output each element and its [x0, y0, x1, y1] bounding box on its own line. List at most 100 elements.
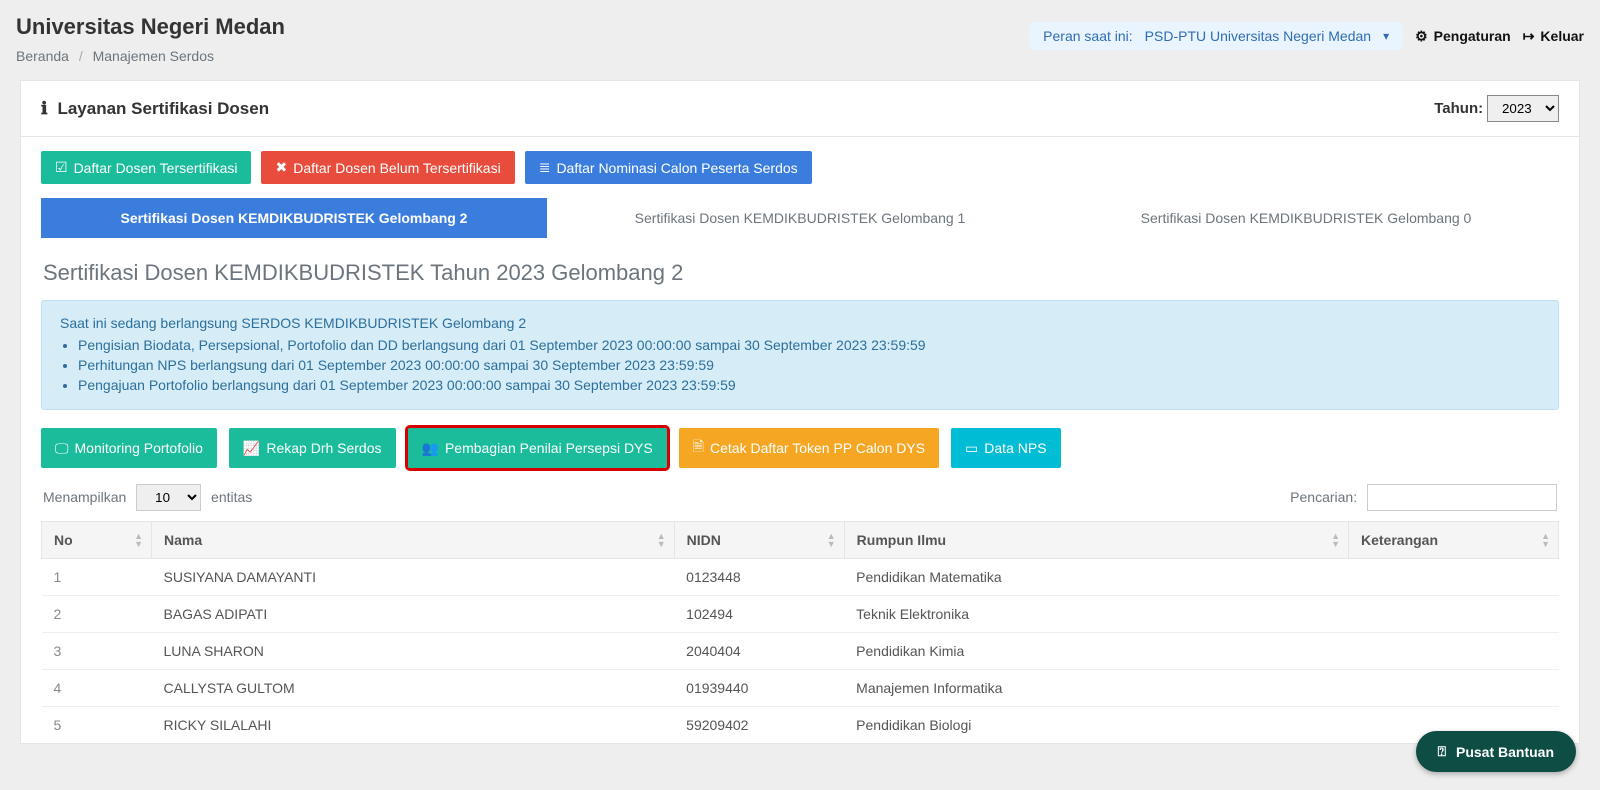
year-select[interactable]: 2023 — [1487, 95, 1559, 122]
cell-no: 4 — [42, 670, 152, 707]
chart-icon: 📈 — [243, 440, 260, 457]
card-title: ℹ Layanan Sertifikasi Dosen — [41, 99, 269, 119]
table-row: 2 BAGAS ADIPATI 102494 Teknik Elektronik… — [42, 596, 1559, 633]
card-title-text: Layanan Sertifikasi Dosen — [57, 99, 269, 119]
cell-keterangan — [1349, 596, 1559, 633]
settings-link[interactable]: ⚙ Pengaturan — [1415, 28, 1511, 45]
tab-wave-0[interactable]: Sertifikasi Dosen KEMDIKBUDRISTEK Gelomb… — [1053, 198, 1559, 238]
breadcrumb-separator: / — [79, 48, 83, 64]
cell-nidn: 01939440 — [674, 670, 844, 707]
cell-nidn: 0123448 — [674, 559, 844, 596]
card-icon: ▭ — [965, 440, 978, 457]
action-button-row: 🖵 Monitoring Portofolio 📈 Rekap Drh Serd… — [21, 428, 1579, 484]
search-input[interactable] — [1367, 484, 1557, 511]
sort-icon: ▲▼ — [657, 532, 666, 548]
table-body: 1 SUSIYANA DAMAYANTI 0123448 Pendidikan … — [42, 559, 1559, 744]
show-suffix: entitas — [211, 489, 252, 505]
info-alert-item: Pengajuan Portofolio berlangsung dari 01… — [78, 375, 1540, 395]
cell-rumpun: Pendidikan Kimia — [844, 633, 1348, 670]
certified-button[interactable]: ☑ Daftar Dosen Tersertifikasi — [41, 151, 251, 184]
tab-wave-2[interactable]: Sertifikasi Dosen KEMDIKBUDRISTEK Gelomb… — [41, 198, 547, 238]
certified-label: Daftar Dosen Tersertifikasi — [74, 160, 238, 176]
cell-keterangan — [1349, 559, 1559, 596]
col-keterangan[interactable]: Keterangan ▲▼ — [1349, 522, 1559, 559]
close-icon: ✖ — [275, 159, 287, 176]
col-no[interactable]: No ▲▼ — [42, 522, 152, 559]
table-row: 5 RICKY SILALAHI 59209402 Pendidikan Bio… — [42, 707, 1559, 744]
col-nidn-label: NIDN — [687, 532, 721, 548]
cell-keterangan — [1349, 670, 1559, 707]
primary-button-row: ☑ Daftar Dosen Tersertifikasi ✖ Daftar D… — [21, 137, 1579, 198]
role-value: PSD-PTU Universitas Negeri Medan — [1145, 28, 1371, 44]
cell-nama: RICKY SILALAHI — [152, 707, 675, 744]
table-search-control: Pencarian: — [1290, 484, 1557, 511]
main-card: ℹ Layanan Sertifikasi Dosen Tahun: 2023 … — [20, 80, 1580, 744]
search-label: Pencarian: — [1290, 489, 1357, 505]
data-nps-button[interactable]: ▭ Data NPS — [951, 428, 1060, 468]
tab-wave-2-label: Sertifikasi Dosen KEMDIKBUDRISTEK Gelomb… — [121, 210, 468, 226]
cell-nama: LUNA SHARON — [152, 633, 675, 670]
monitoring-label: Monitoring Portofolio — [75, 440, 203, 456]
topbar-left: Universitas Negeri Medan Beranda / Manaj… — [16, 8, 285, 64]
breadcrumb-home[interactable]: Beranda — [16, 48, 69, 64]
page-length-select[interactable]: 10 — [136, 484, 201, 511]
cell-rumpun: Manajemen Informatika — [844, 670, 1348, 707]
info-alert-list: Pengisian Biodata, Persepsional, Portofo… — [78, 335, 1540, 395]
users-icon: 👥 — [422, 440, 439, 457]
cell-nidn: 2040404 — [674, 633, 844, 670]
uncertified-button[interactable]: ✖ Daftar Dosen Belum Tersertifikasi — [261, 151, 514, 184]
cetak-label: Cetak Daftar Token PP Calon DYS — [710, 440, 925, 456]
logout-link[interactable]: ↦ Keluar — [1523, 28, 1584, 45]
table-header-row: No ▲▼ Nama ▲▼ NIDN ▲▼ Rumpun Ilmu ▲▼ Ket… — [42, 522, 1559, 559]
section-heading: Sertifikasi Dosen KEMDIKBUDRISTEK Tahun … — [21, 252, 1579, 294]
col-nama-label: Nama — [164, 532, 202, 548]
table-row: 4 CALLYSTA GULTOM 01939440 Manajemen Inf… — [42, 670, 1559, 707]
list-icon: ≣ — [539, 159, 551, 176]
col-nama[interactable]: Nama ▲▼ — [152, 522, 675, 559]
col-no-label: No — [54, 532, 73, 548]
cell-no: 3 — [42, 633, 152, 670]
monitor-icon: 🖵 — [55, 440, 69, 457]
cell-no: 5 — [42, 707, 152, 744]
cell-rumpun: Teknik Elektronika — [844, 596, 1348, 633]
year-label: Tahun: — [1434, 100, 1483, 117]
pembagian-penilai-button[interactable]: 👥 Pembagian Penilai Persepsi DYS — [408, 428, 667, 468]
brand-title: Universitas Negeri Medan — [16, 14, 285, 40]
col-nidn[interactable]: NIDN ▲▼ — [674, 522, 844, 559]
table-head: No ▲▼ Nama ▲▼ NIDN ▲▼ Rumpun Ilmu ▲▼ Ket… — [42, 522, 1559, 559]
monitoring-portofolio-button[interactable]: 🖵 Monitoring Portofolio — [41, 428, 217, 468]
help-center-button[interactable]: ⍰ Pusat Bantuan — [1416, 731, 1576, 772]
tab-wave-1[interactable]: Sertifikasi Dosen KEMDIKBUDRISTEK Gelomb… — [547, 198, 1053, 238]
sort-icon: ▲▼ — [1541, 532, 1550, 548]
nomination-button[interactable]: ≣ Daftar Nominasi Calon Peserta Serdos — [525, 151, 812, 184]
print-icon: 🗎 — [693, 436, 704, 460]
gear-icon: ⚙ — [1415, 28, 1428, 45]
check-icon: ☑ — [55, 159, 68, 176]
info-alert-headline: Saat ini sedang berlangsung SERDOS KEMDI… — [60, 315, 1540, 331]
card-header: ℹ Layanan Sertifikasi Dosen Tahun: 2023 — [21, 81, 1579, 137]
wave-tabs: Sertifikasi Dosen KEMDIKBUDRISTEK Gelomb… — [41, 198, 1559, 238]
help-center-label: Pusat Bantuan — [1456, 744, 1554, 760]
data-table: No ▲▼ Nama ▲▼ NIDN ▲▼ Rumpun Ilmu ▲▼ Ket… — [41, 521, 1559, 743]
role-selector[interactable]: Peran saat ini: PSD-PTU Universitas Nege… — [1029, 22, 1403, 50]
role-label: Peran saat ini: — [1043, 28, 1133, 44]
logout-label: Keluar — [1540, 28, 1584, 44]
sort-icon: ▲▼ — [827, 532, 836, 548]
info-alert-item: Pengisian Biodata, Persepsional, Portofo… — [78, 335, 1540, 355]
col-rumpun[interactable]: Rumpun Ilmu ▲▼ — [844, 522, 1348, 559]
breadcrumb-current: Manajemen Serdos — [93, 48, 214, 64]
rekap-drh-button[interactable]: 📈 Rekap Drh Serdos — [229, 428, 396, 468]
rekap-label: Rekap Drh Serdos — [266, 440, 381, 456]
sort-icon: ▲▼ — [1331, 532, 1340, 548]
help-icon: ⍰ — [1438, 743, 1446, 760]
cell-nidn: 59209402 — [674, 707, 844, 744]
cell-no: 1 — [42, 559, 152, 596]
chevron-down-icon: ▾ — [1383, 29, 1389, 43]
table-controls: Menampilkan 10 entitas Pencarian: — [21, 484, 1579, 521]
cell-nama: SUSIYANA DAMAYANTI — [152, 559, 675, 596]
settings-label: Pengaturan — [1434, 28, 1511, 44]
tab-wave-1-label: Sertifikasi Dosen KEMDIKBUDRISTEK Gelomb… — [635, 210, 966, 226]
cell-keterangan — [1349, 633, 1559, 670]
col-rumpun-label: Rumpun Ilmu — [857, 532, 946, 548]
cetak-token-button[interactable]: 🗎 Cetak Daftar Token PP Calon DYS — [679, 428, 939, 468]
